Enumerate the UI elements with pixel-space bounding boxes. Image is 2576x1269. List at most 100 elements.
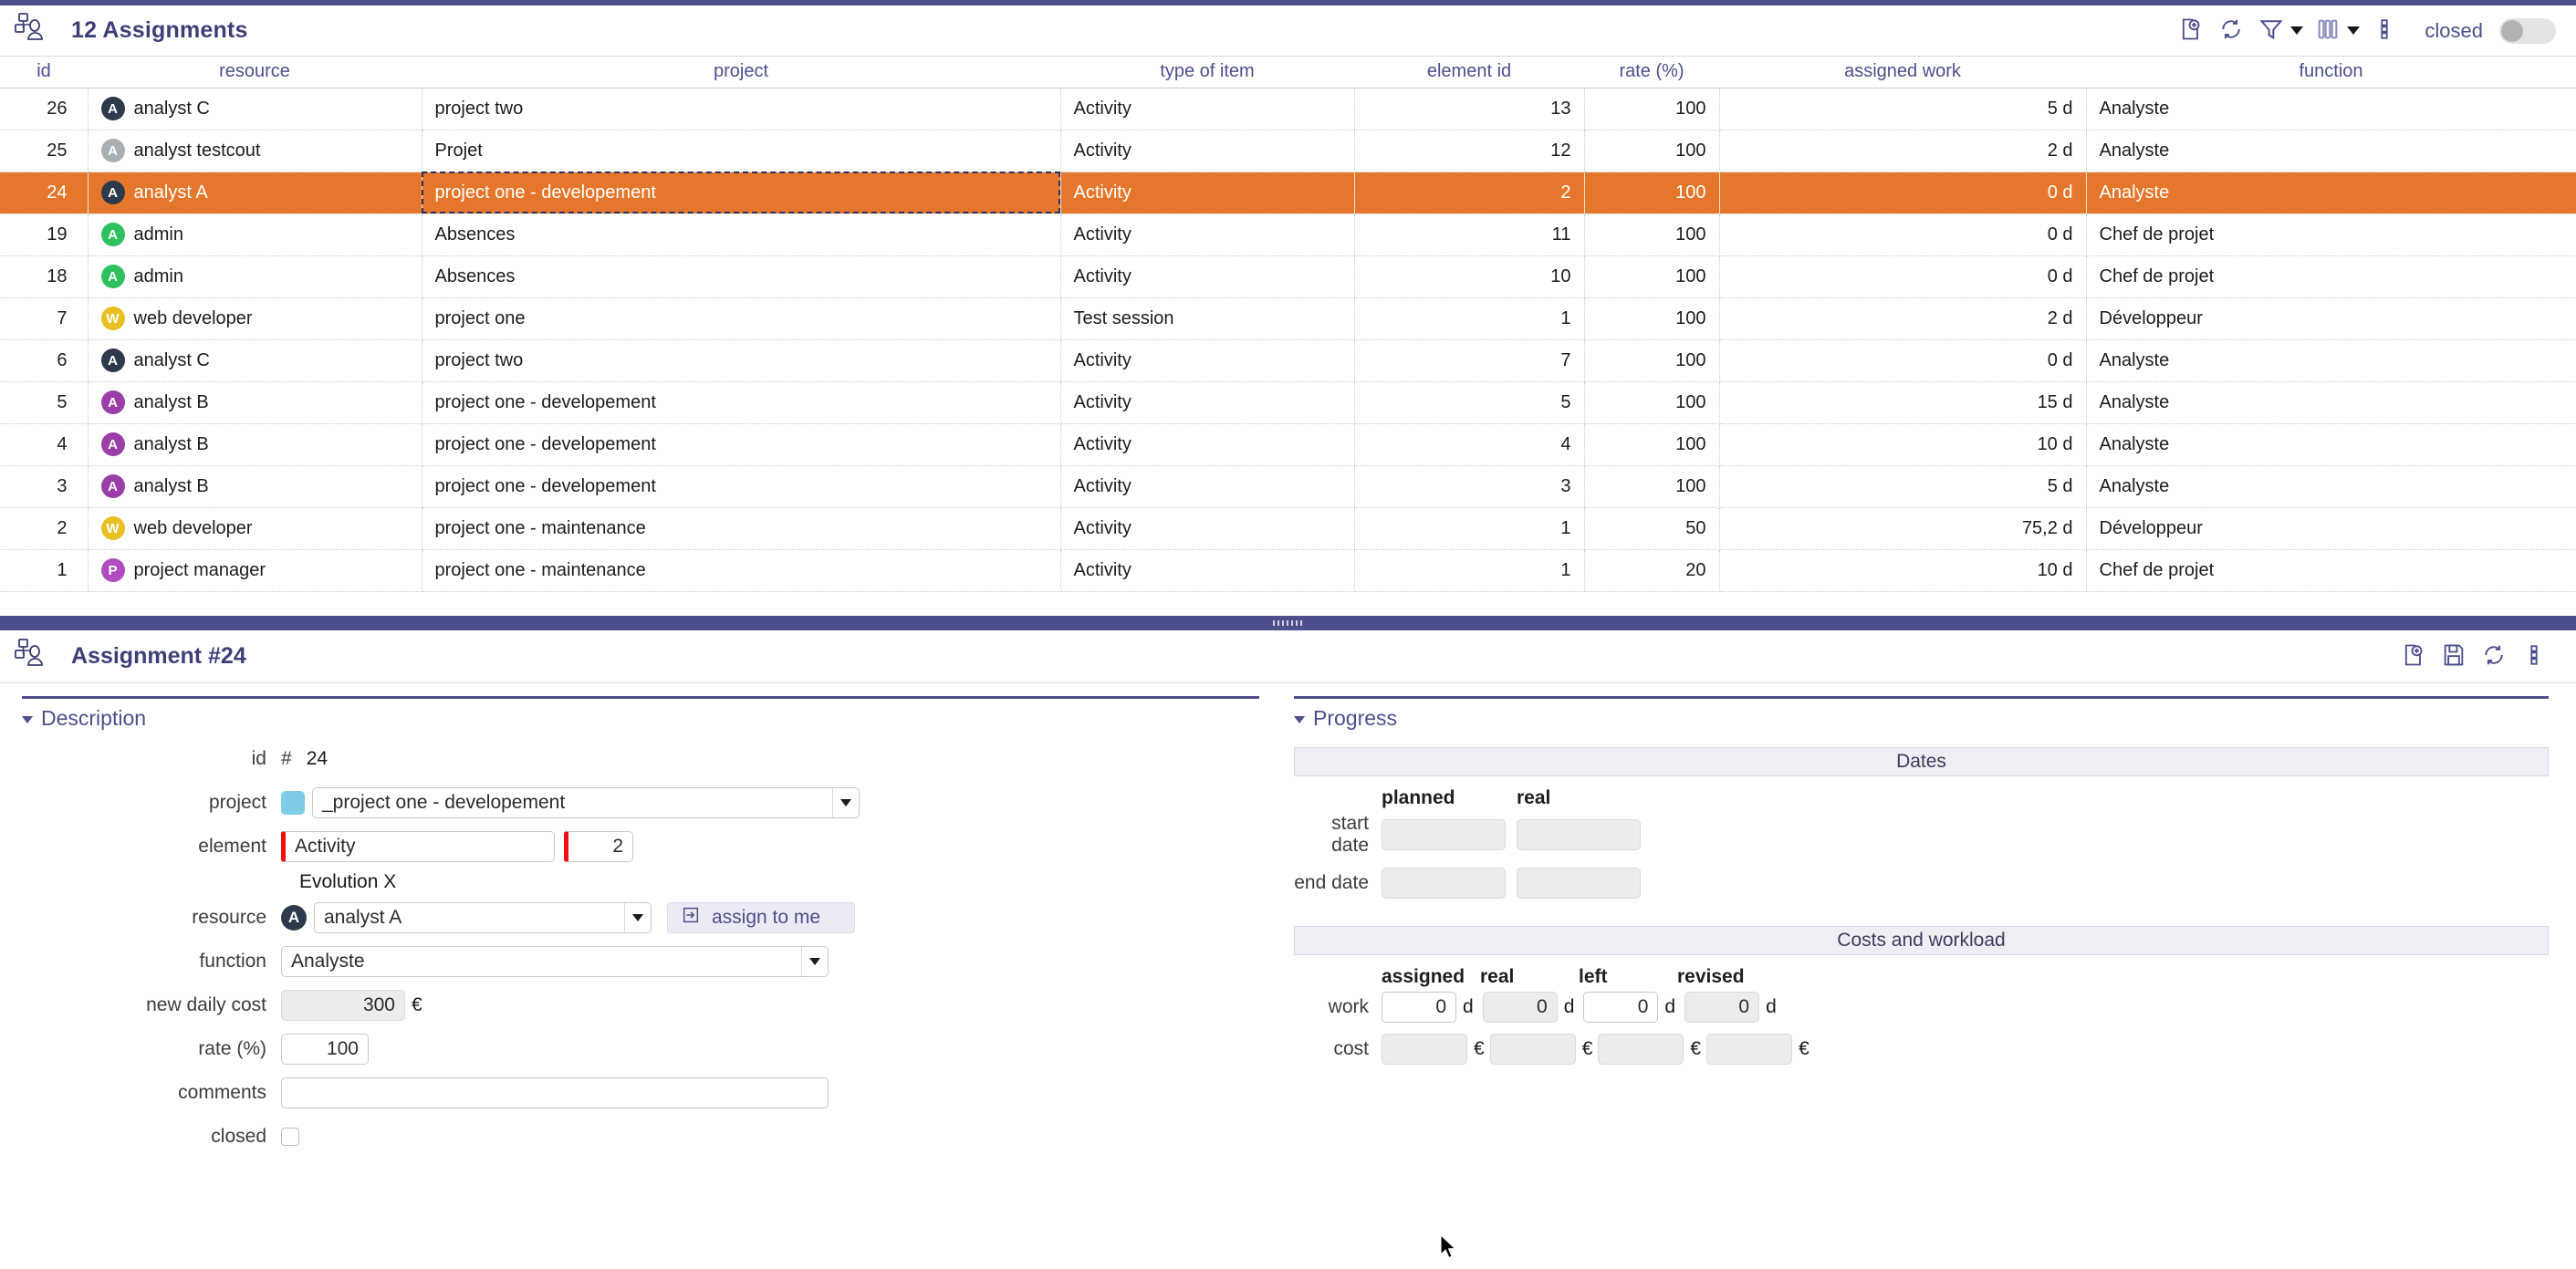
cell-element-id[interactable]: 13 <box>1354 88 1585 130</box>
cell-function[interactable]: Analyste <box>2086 130 2576 172</box>
comments-field[interactable] <box>281 1077 829 1108</box>
cell-rate[interactable]: 20 <box>1584 549 1720 592</box>
cell-type[interactable]: Activity <box>1060 423 1355 466</box>
cell-assigned-work[interactable]: 75,2 d <box>1719 507 2087 550</box>
cell-assigned-work[interactable]: 5 d <box>1719 88 2087 130</box>
cell-rate[interactable]: 100 <box>1584 297 1720 340</box>
cell-id[interactable]: 5 <box>0 381 89 424</box>
cell-element-id[interactable]: 4 <box>1354 423 1585 466</box>
cell-function[interactable]: Analyste <box>2086 423 2576 466</box>
cell-id[interactable]: 19 <box>0 213 89 256</box>
cell-project[interactable]: project one - maintenance <box>422 507 1061 550</box>
cell-project[interactable]: project one - developement <box>422 465 1061 508</box>
detail-add-document-button[interactable] <box>2393 637 2434 677</box>
table-row[interactable]: 19 Aadmin Absences Activity 11 100 0 d Chef de … <box>0 213 2576 256</box>
description-section-header[interactable]: Description <box>22 696 1259 731</box>
assign-to-me-button[interactable]: assign to me <box>667 902 855 933</box>
cell-element-id[interactable]: 1 <box>1354 507 1585 550</box>
cell-rate[interactable]: 100 <box>1584 339 1720 382</box>
column-header-element-id[interactable]: element id <box>1354 57 1584 88</box>
cell-function[interactable]: Analyste <box>2086 88 2576 130</box>
cell-function[interactable]: Analyste <box>2086 172 2576 214</box>
cell-type[interactable]: Activity <box>1060 381 1355 424</box>
detail-refresh-button[interactable] <box>2474 637 2514 677</box>
cell-type[interactable]: Activity <box>1060 507 1355 550</box>
table-row[interactable]: 2 Wweb developer project one - maintenance… <box>0 507 2576 550</box>
cell-assigned-work[interactable]: 0 d <box>1719 213 2087 256</box>
cell-id[interactable]: 6 <box>0 339 89 382</box>
cell-project[interactable]: project one - developement <box>422 381 1061 424</box>
cell-element-id[interactable]: 11 <box>1354 213 1585 256</box>
save-button[interactable] <box>2434 637 2474 677</box>
cell-element-id[interactable]: 5 <box>1354 381 1585 424</box>
cell-type[interactable]: Activity <box>1060 130 1355 172</box>
column-header-project[interactable]: project <box>422 57 1060 88</box>
table-row[interactable]: 7 Wweb developer project one Test session 1 1… <box>0 297 2576 340</box>
cell-id[interactable]: 2 <box>0 507 89 550</box>
cell-function[interactable]: Analyste <box>2086 465 2576 508</box>
cell-element-id[interactable]: 7 <box>1354 339 1585 382</box>
cell-element-id[interactable]: 10 <box>1354 255 1585 298</box>
cell-project[interactable]: Absences <box>422 255 1061 298</box>
cell-project[interactable]: project two <box>422 339 1061 382</box>
cell-assigned-work[interactable]: 15 d <box>1719 381 2087 424</box>
cell-type[interactable]: Activity <box>1060 172 1355 214</box>
cell-id[interactable]: 26 <box>0 88 89 130</box>
cell-element-id[interactable]: 12 <box>1354 130 1585 172</box>
cell-rate[interactable]: 100 <box>1584 255 1720 298</box>
cell-rate[interactable]: 100 <box>1584 88 1720 130</box>
cell-id[interactable]: 3 <box>0 465 89 508</box>
cell-type[interactable]: Activity <box>1060 255 1355 298</box>
table-row[interactable]: 26 Aanalyst Cproject two Activity 13 100 5 dA… <box>0 88 2576 130</box>
work-left-field[interactable]: 0 <box>1583 992 1659 1023</box>
closed-checkbox[interactable] <box>281 1128 299 1146</box>
table-row[interactable]: 6 Aanalyst Cproject two Activity 7 100 0 d Ana… <box>0 339 2576 382</box>
cell-function[interactable]: Chef de projet <box>2086 213 2576 256</box>
cell-type[interactable]: Activity <box>1060 549 1355 592</box>
cell-type[interactable]: Activity <box>1060 213 1355 256</box>
column-header-type[interactable]: type of item <box>1060 57 1354 88</box>
cell-assigned-work[interactable]: 0 d <box>1719 339 2087 382</box>
panel-splitter[interactable] <box>0 616 2576 630</box>
resource-select[interactable]: analyst A <box>314 902 652 933</box>
cell-project[interactable]: project one - maintenance <box>422 549 1061 592</box>
cell-resource[interactable]: Aanalyst C <box>88 339 422 382</box>
table-row[interactable]: 25 Aanalyst testcout Projet Activity 12 100 2 … <box>0 130 2576 172</box>
cell-project[interactable]: project one <box>422 297 1061 340</box>
column-header-function[interactable]: function <box>2086 57 2576 88</box>
table-row[interactable]: 18 Aadmin Absences Activity 10 100 0 d Chef de … <box>0 255 2576 298</box>
refresh-button[interactable] <box>2211 11 2251 51</box>
cell-resource[interactable]: Aanalyst B <box>88 381 422 424</box>
cell-resource[interactable]: Aadmin <box>88 213 422 256</box>
cell-resource[interactable]: Wweb developer <box>88 507 422 550</box>
cell-id[interactable]: 25 <box>0 130 89 172</box>
function-select[interactable]: Analyste <box>281 946 829 977</box>
cell-element-id[interactable]: 2 <box>1354 172 1585 214</box>
closed-filter-toggle[interactable] <box>2499 17 2556 44</box>
cell-resource[interactable]: Aanalyst testcout <box>88 130 422 172</box>
more-options-button[interactable] <box>2364 11 2404 51</box>
project-select[interactable]: _project one - developement <box>312 787 860 818</box>
cell-id[interactable]: 4 <box>0 423 89 466</box>
cell-assigned-work[interactable]: 0 d <box>1719 172 2087 214</box>
cell-element-id[interactable]: 3 <box>1354 465 1585 508</box>
cell-resource[interactable]: Aadmin <box>88 255 422 298</box>
cell-assigned-work[interactable]: 10 d <box>1719 423 2087 466</box>
table-row[interactable]: 4 Aanalyst Bproject one - developement Act… <box>0 423 2576 466</box>
element-id-field[interactable]: 2 <box>564 831 633 862</box>
cell-function[interactable]: Analyste <box>2086 339 2576 382</box>
cell-assigned-work[interactable]: 2 d <box>1719 130 2087 172</box>
cell-resource[interactable]: Aanalyst C <box>88 88 422 130</box>
detail-more-options-button[interactable] <box>2514 637 2554 677</box>
cell-resource[interactable]: Aanalyst A <box>88 172 422 214</box>
progress-section-header[interactable]: Progress <box>1294 696 2549 731</box>
column-header-rate[interactable]: rate (%) <box>1584 57 1719 88</box>
cell-type[interactable]: Activity <box>1060 339 1355 382</box>
cell-type[interactable]: Activity <box>1060 465 1355 508</box>
filter-dropdown-button[interactable] <box>2286 11 2308 51</box>
columns-dropdown-button[interactable] <box>2342 11 2364 51</box>
cell-rate[interactable]: 100 <box>1584 465 1720 508</box>
cell-function[interactable]: Chef de projet <box>2086 549 2576 592</box>
cell-assigned-work[interactable]: 2 d <box>1719 297 2087 340</box>
cell-id[interactable]: 24 <box>0 172 89 214</box>
